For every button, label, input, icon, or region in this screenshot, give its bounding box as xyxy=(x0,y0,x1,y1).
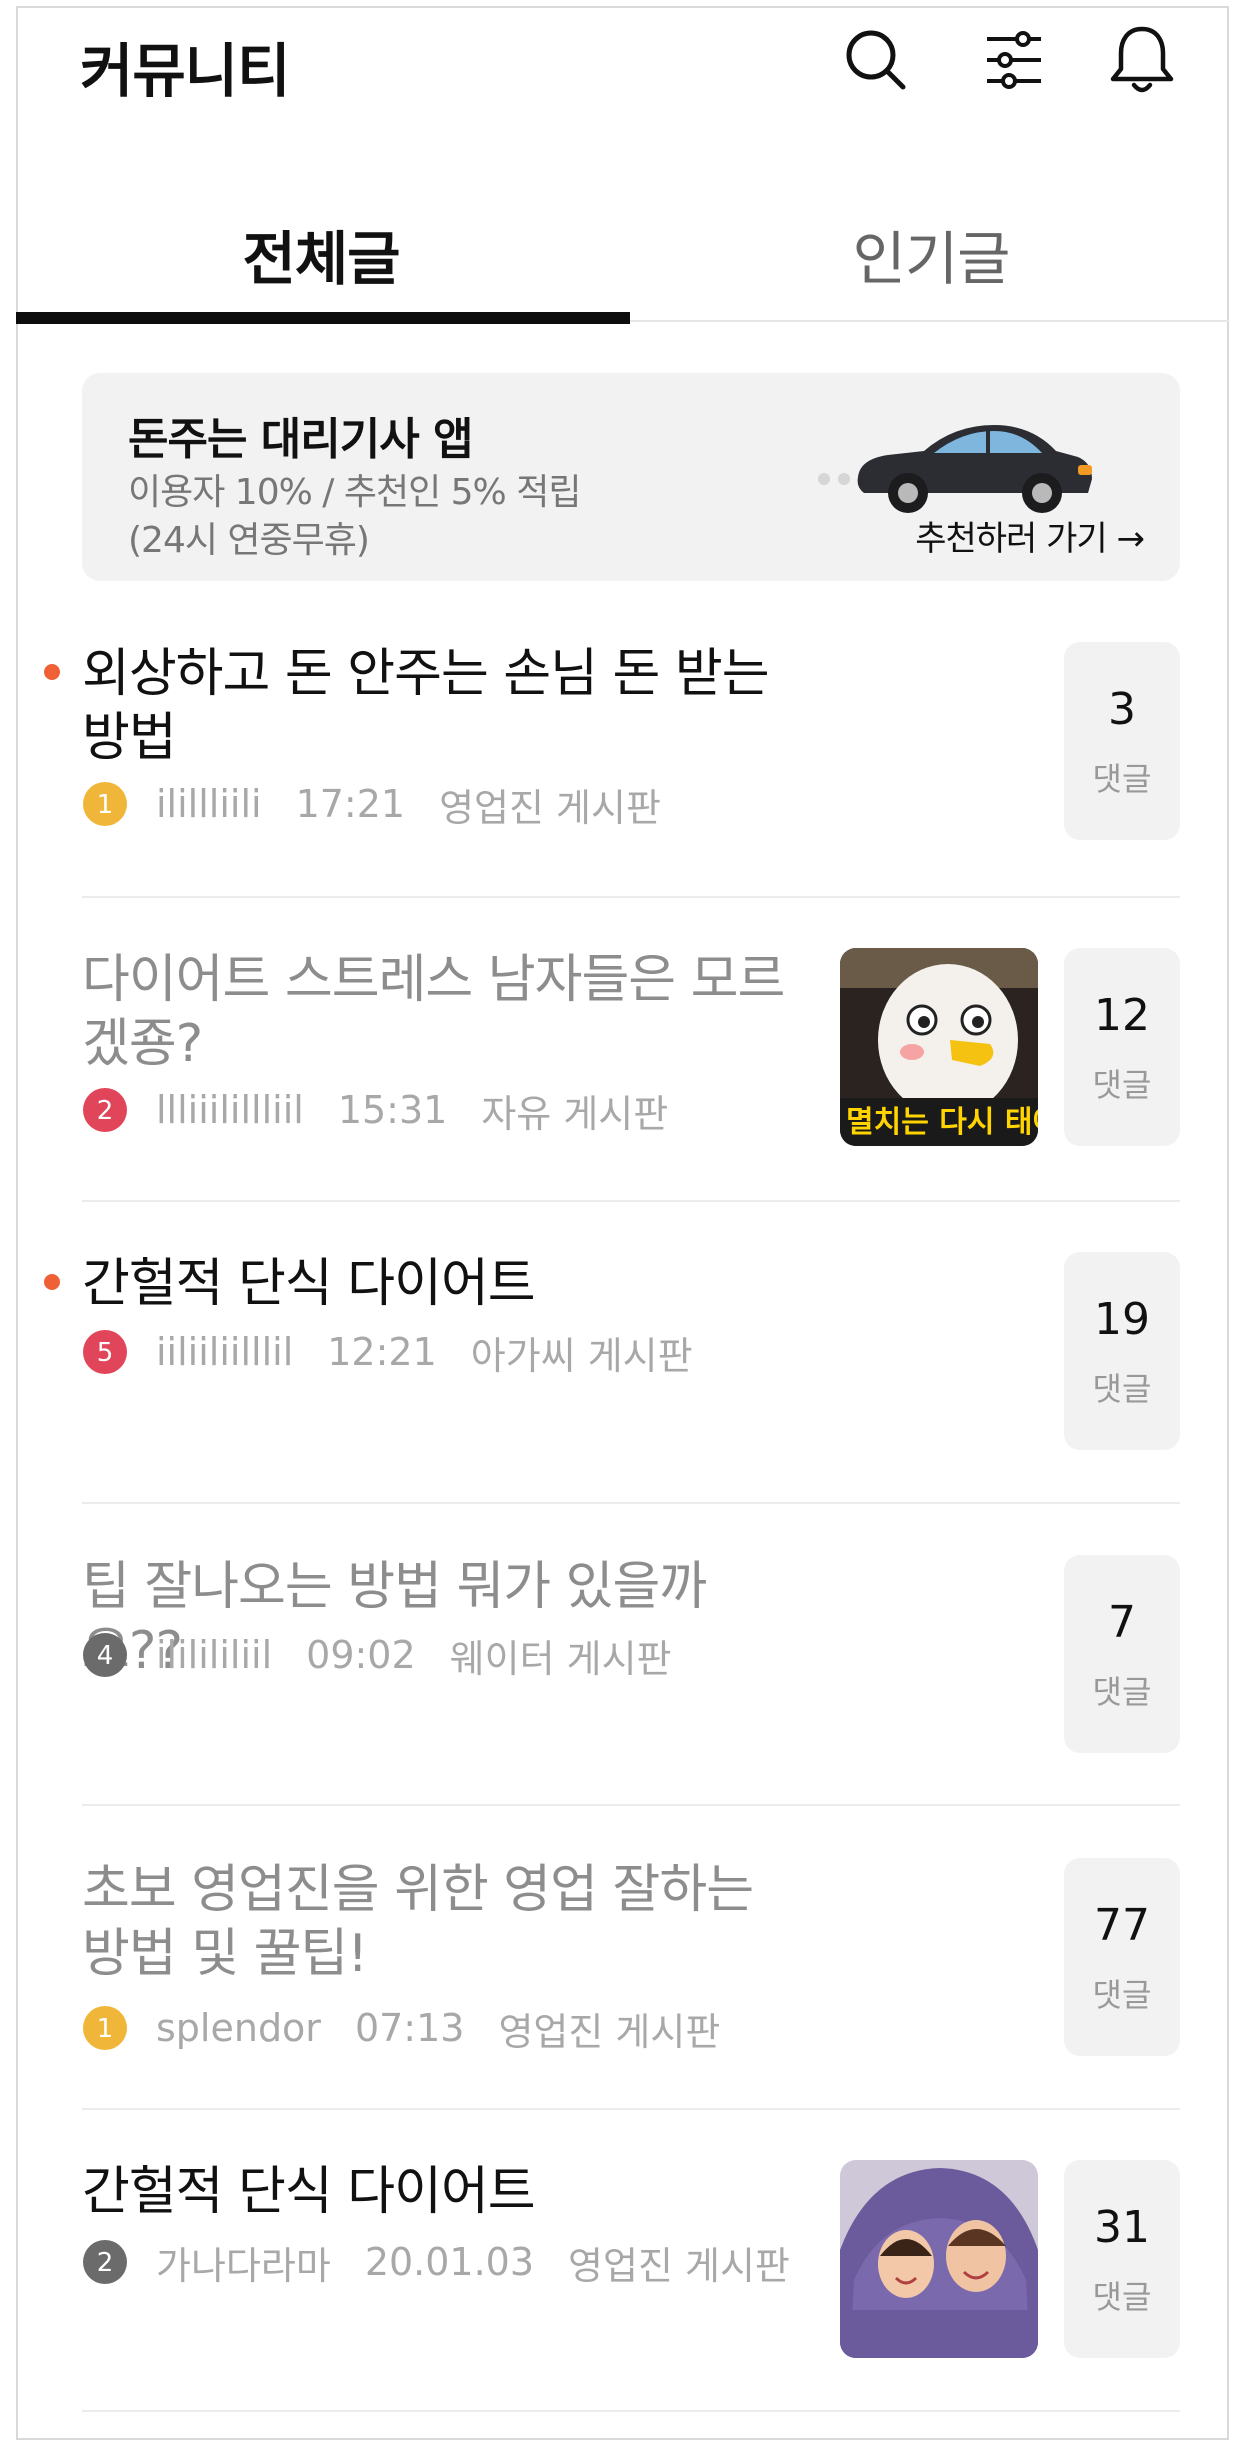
svg-text:2: 2 xyxy=(97,2248,114,2278)
page-title: 커뮤니티 xyxy=(80,37,290,105)
divider xyxy=(82,1804,1180,1806)
comment-label: 댓글 xyxy=(1092,1066,1152,1104)
comment-count-box[interactable]: 77 댓글 xyxy=(1064,1858,1180,2056)
post-author: 가나다라마 xyxy=(156,2243,331,2288)
post-time: 09:02 xyxy=(306,1633,416,1677)
post-title[interactable]: 초보 영업진을 위한 영업 잘하는 방법 및 꿀팁! xyxy=(82,1858,802,1986)
post-item[interactable]: 다이어트 스트레스 남자들은 모르겠죵? 2 llliiilillliil 15… xyxy=(82,948,1180,1146)
post-thumbnail[interactable]: 멸치는 다시 태어 xyxy=(840,948,1038,1146)
post-board: 웨이터 게시판 xyxy=(449,1636,672,1681)
rank-badge: 4 xyxy=(83,1633,127,1677)
rank-badge: 2 xyxy=(83,1088,127,1132)
recommend-link[interactable]: 추천하러 가기 → xyxy=(915,511,1145,560)
comment-count-box[interactable]: 7 댓글 xyxy=(1064,1555,1180,1753)
post-meta: 1 splendor 07:13 영업진 게시판 xyxy=(82,2004,754,2054)
filter-icon[interactable] xyxy=(974,20,1054,100)
ad-banner[interactable]: 돈주는 대리기사 앱 이용자 10% / 추천인 5% 적립 (24시 연중무휴… xyxy=(82,373,1180,581)
comment-count-box[interactable]: 12 댓글 xyxy=(1064,948,1180,1146)
tab-popular-posts[interactable]: 인기글 xyxy=(626,190,1233,318)
svg-text:2: 2 xyxy=(97,1096,114,1126)
comment-label: 댓글 xyxy=(1092,2278,1152,2316)
comment-count-box[interactable]: 19 댓글 xyxy=(1064,1252,1180,1450)
rank-badge: 1 xyxy=(83,782,127,826)
comment-label: 댓글 xyxy=(1092,1976,1152,2014)
banner-title: 돈주는 대리기사 앱 xyxy=(128,414,473,465)
post-author: iiliiliilllil xyxy=(156,1330,294,1374)
post-time: 15:31 xyxy=(337,1088,448,1132)
svg-text:멸치는 다시 태어: 멸치는 다시 태어 xyxy=(846,1105,1038,1140)
comment-count: 31 xyxy=(1094,2202,1150,2253)
comment-count: 12 xyxy=(1094,990,1150,1041)
svg-text:1: 1 xyxy=(97,790,114,820)
post-title[interactable]: 외상하고 돈 안주는 손님 돈 받는 방법 xyxy=(82,642,802,770)
post-item[interactable]: 초보 영업진을 위한 영업 잘하는 방법 및 꿀팁! 1 splendor 07… xyxy=(82,1858,1180,2056)
post-item[interactable]: 간헐적 단식 다이어트 2 가나다라마 20.01.03 영업진 게시판 31 … xyxy=(82,2160,1180,2358)
comment-count: 3 xyxy=(1108,684,1136,735)
post-title[interactable]: 간헐적 단식 다이어트 xyxy=(82,1252,802,1316)
post-author: ilillliili xyxy=(156,782,262,826)
svg-text:5: 5 xyxy=(97,1338,114,1368)
post-author: splendor xyxy=(156,2006,321,2050)
new-post-dot xyxy=(44,1274,60,1290)
divider xyxy=(82,1200,1180,1202)
post-title[interactable]: 다이어트 스트레스 남자들은 모르겠죵? xyxy=(82,948,802,1076)
post-board: 아가씨 게시판 xyxy=(470,1333,693,1378)
comment-count-box[interactable]: 3 댓글 xyxy=(1064,642,1180,840)
car-icon xyxy=(818,425,1092,513)
rank-badge: 2 xyxy=(83,2240,127,2284)
post-board: 자유 게시판 xyxy=(481,1091,669,1136)
svg-text:4: 4 xyxy=(97,1641,114,1671)
post-item[interactable]: 외상하고 돈 안주는 손님 돈 받는 방법 1 ilillliili 17:21… xyxy=(44,642,1180,840)
post-time: 20.01.03 xyxy=(364,2240,535,2284)
app-frame xyxy=(16,6,1229,2440)
divider xyxy=(82,1502,1180,1504)
post-item[interactable]: 팁 잘나오는 방법 뭐가 있을까요?? 4 ililililiil 09:02 … xyxy=(82,1555,1180,1753)
divider xyxy=(82,2410,1180,2412)
comment-label: 댓글 xyxy=(1092,760,1152,798)
post-board: 영업진 게시판 xyxy=(498,2009,721,2054)
active-tab-indicator xyxy=(16,312,630,324)
comment-count: 7 xyxy=(1108,1597,1136,1648)
post-meta: 5 iiliiliilllil 12:21 아가씨 게시판 xyxy=(82,1328,727,1378)
post-board: 영업진 게시판 xyxy=(568,2243,790,2288)
comment-count: 77 xyxy=(1094,1900,1150,1951)
post-item[interactable]: 간헐적 단식 다이어트 5 iiliiliilllil 12:21 아가씨 게시… xyxy=(44,1252,1180,1450)
banner-line-1: 이용자 10% / 추천인 5% 적립 xyxy=(128,472,581,513)
post-thumbnail[interactable] xyxy=(840,2160,1038,2358)
comment-count: 19 xyxy=(1094,1294,1150,1345)
post-meta: 2 llliiilillliil 15:31 자유 게시판 xyxy=(82,1086,702,1136)
rank-badge: 1 xyxy=(83,2006,127,2050)
divider xyxy=(82,896,1180,898)
post-title[interactable]: 간헐적 단식 다이어트 xyxy=(82,2160,802,2224)
comment-label: 댓글 xyxy=(1092,1370,1152,1408)
post-author: ililililiil xyxy=(156,1633,273,1677)
search-icon[interactable] xyxy=(836,20,916,100)
post-author: llliiilillliil xyxy=(156,1088,304,1132)
banner-line-2: (24시 연중무휴) xyxy=(128,520,370,561)
app-header: 커뮤니티 xyxy=(16,6,1229,126)
tab-bar: 전체글 인기글 xyxy=(16,190,1229,324)
tab-all-posts[interactable]: 전체글 xyxy=(16,190,626,318)
divider xyxy=(82,2108,1180,2110)
post-time: 07:13 xyxy=(354,2006,465,2050)
post-meta: 2 가나다라마 20.01.03 영업진 게시판 xyxy=(82,2238,824,2288)
rank-badge: 5 xyxy=(83,1330,127,1374)
comment-count-box[interactable]: 31 댓글 xyxy=(1064,2160,1180,2358)
post-board: 영업진 게시판 xyxy=(439,785,661,830)
post-time: 12:21 xyxy=(327,1330,437,1374)
new-post-dot xyxy=(44,664,60,680)
post-meta: 4 ililililiil 09:02 웨이터 게시판 xyxy=(82,1631,706,1681)
comment-label: 댓글 xyxy=(1092,1673,1152,1711)
bell-icon[interactable] xyxy=(1102,20,1182,100)
svg-text:1: 1 xyxy=(97,2014,114,2044)
post-meta: 1 ilillliili 17:21 영업진 게시판 xyxy=(82,780,695,830)
post-time: 17:21 xyxy=(295,782,406,826)
